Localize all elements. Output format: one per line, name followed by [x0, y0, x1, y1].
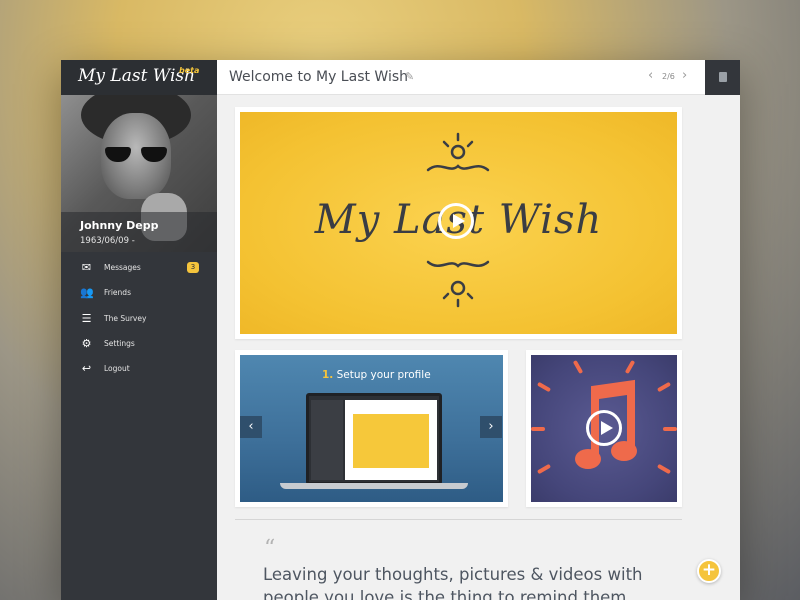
setup-slider-card: 1. Setup your profile ‹ › — [235, 350, 508, 507]
slide-heading-text: Setup your profile — [336, 369, 431, 381]
sidebar-item-logout[interactable]: ↩ Logout — [61, 357, 217, 382]
list-icon: ☰ — [81, 311, 92, 325]
chevron-left-icon[interactable]: ‹ — [648, 68, 653, 83]
sidebar-item-label: Logout — [104, 364, 130, 374]
slider-prev-button[interactable]: ‹ — [240, 416, 262, 438]
sidebar-item-label: The Survey — [104, 313, 147, 323]
setup-slide: 1. Setup your profile ‹ › — [240, 355, 503, 502]
music-video-card[interactable] — [526, 350, 682, 507]
laptop-screen — [345, 400, 437, 480]
sidebar-item-label: Messages — [104, 263, 141, 272]
sidebar-nav: ✉ Messages 3 👥 Friends ☰ The Survey ⚙ Se… — [61, 256, 217, 382]
profile-card[interactable]: Johnny Depp 1963/06/09 - — [61, 95, 217, 252]
laptop-illustration — [306, 393, 442, 485]
music-video-thumbnail[interactable] — [531, 355, 677, 502]
sidebar-item-messages[interactable]: ✉ Messages 3 — [61, 256, 217, 281]
slide-heading: 1. Setup your profile — [322, 369, 431, 381]
intro-video-card[interactable]: My Last Wish — [235, 107, 682, 339]
messages-count-badge: 3 — [187, 262, 199, 273]
page-indicator: 2/6 — [662, 72, 675, 81]
pencil-icon[interactable]: ✎ — [405, 70, 414, 83]
slider-next-button[interactable]: › — [480, 416, 502, 438]
play-icon[interactable] — [586, 410, 622, 446]
laptop-screen-sidebar — [311, 400, 343, 480]
document-icon — [719, 72, 727, 82]
sidebar-item-friends[interactable]: 👥 Friends — [61, 281, 217, 306]
quote-icon: “ — [264, 536, 276, 561]
sidebar-item-label: Friends — [104, 288, 131, 298]
brand[interactable]: My Last Wish beta — [61, 60, 217, 95]
sidebar-item-settings[interactable]: ⚙ Settings — [61, 332, 217, 357]
beta-badge: beta — [179, 66, 200, 75]
sidebar: My Last Wish beta Johnny Depp 1963/06/09… — [61, 60, 217, 600]
app-window: My Last Wish beta Johnny Depp 1963/06/09… — [61, 60, 740, 600]
sidebar-item-label: Settings — [104, 338, 135, 348]
profile-name: Johnny Depp — [80, 219, 159, 232]
play-icon[interactable] — [438, 203, 474, 239]
app-logo[interactable]: My Last Wish — [78, 66, 195, 86]
page-title: Welcome to My Last Wish — [229, 69, 409, 85]
header-bar: Welcome to My Last Wish ✎ ‹ 2/6 › — [217, 60, 740, 95]
slide-step-number: 1. — [322, 369, 334, 381]
document-button[interactable] — [705, 60, 740, 95]
section-divider — [235, 519, 682, 520]
gear-icon: ⚙ — [81, 336, 92, 350]
laptop-base — [280, 483, 468, 489]
chevron-right-icon[interactable]: › — [682, 68, 687, 83]
sunglasses-shape — [105, 147, 169, 163]
envelope-icon: ✉ — [81, 261, 92, 274]
reply-icon: ↩ — [81, 362, 92, 376]
users-icon: 👥 — [80, 286, 94, 300]
add-button[interactable]: + — [697, 559, 721, 583]
intro-video-thumbnail[interactable]: My Last Wish — [240, 112, 677, 334]
sidebar-item-survey[interactable]: ☰ The Survey — [61, 307, 217, 332]
profile-birth-date: 1963/06/09 - — [80, 236, 135, 246]
quote-text: Leaving your thoughts, pictures & videos… — [263, 565, 643, 600]
profile-caption — [61, 212, 217, 252]
